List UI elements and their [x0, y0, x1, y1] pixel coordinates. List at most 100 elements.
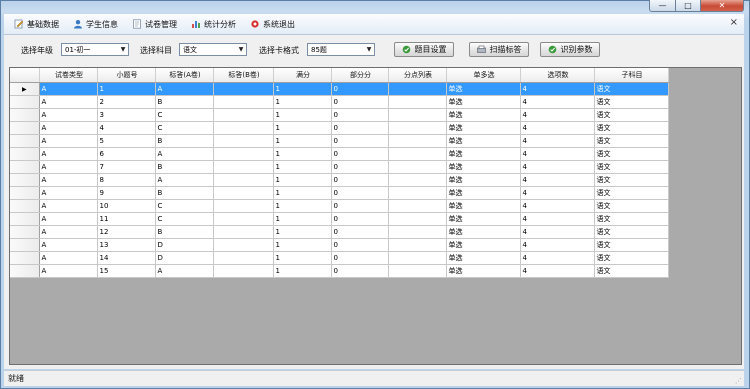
table-row[interactable]: A 12 B 1 0 单选 4 语文 — [10, 225, 669, 239]
table-row[interactable]: A 11 C 1 0 单选 4 语文 — [10, 212, 669, 226]
table-cell[interactable] — [388, 251, 447, 265]
chevron-down-icon[interactable]: ▼ — [236, 44, 246, 55]
table-cell[interactable] — [213, 251, 274, 265]
table-cell[interactable]: 10 — [97, 199, 156, 213]
table-cell[interactable]: 0 — [331, 225, 389, 239]
table-cell[interactable] — [213, 225, 274, 239]
table-cell[interactable]: 1 — [273, 173, 332, 187]
table-cell[interactable]: 13 — [97, 238, 156, 252]
table-cell[interactable]: 0 — [331, 173, 389, 187]
table-cell[interactable]: 单选 — [446, 264, 521, 278]
card-format-select[interactable]: 85题 ▼ — [307, 43, 375, 56]
table-cell[interactable]: B — [155, 186, 214, 200]
table-row[interactable]: A 3 C 1 0 单选 4 语文 — [10, 108, 669, 122]
table-cell[interactable]: B — [155, 134, 214, 148]
table-cell[interactable] — [213, 95, 274, 109]
table-cell[interactable]: 0 — [331, 212, 389, 226]
table-cell[interactable] — [388, 121, 447, 135]
table-cell[interactable]: 语文 — [594, 173, 669, 187]
table-cell[interactable]: 单选 — [446, 173, 521, 187]
table-cell[interactable] — [213, 173, 274, 187]
table-cell[interactable]: 1 — [273, 199, 332, 213]
table-cell[interactable]: B — [155, 160, 214, 174]
column-header[interactable]: 选项数 — [520, 68, 595, 83]
table-cell[interactable] — [388, 82, 447, 96]
table-cell[interactable]: 1 — [273, 108, 332, 122]
table-cell[interactable]: 1 — [273, 225, 332, 239]
row-header[interactable] — [10, 147, 40, 161]
table-cell[interactable]: 单选 — [446, 199, 521, 213]
table-cell[interactable]: 1 — [273, 160, 332, 174]
table-cell[interactable] — [213, 199, 274, 213]
table-cell[interactable]: 单选 — [446, 147, 521, 161]
table-cell[interactable]: 语文 — [594, 225, 669, 239]
table-cell[interactable] — [213, 82, 274, 96]
menu-item-statistics[interactable]: 统计分析 — [191, 16, 236, 32]
table-row[interactable]: A 2 B 1 0 单选 4 语文 — [10, 95, 669, 109]
table-cell[interactable]: 4 — [520, 186, 595, 200]
table-cell[interactable] — [388, 108, 447, 122]
menu-item-exam-management[interactable]: 试卷管理 — [132, 16, 177, 32]
table-row[interactable]: A 10 C 1 0 单选 4 语文 — [10, 199, 669, 213]
table-cell[interactable] — [388, 212, 447, 226]
table-cell[interactable] — [213, 121, 274, 135]
table-cell[interactable]: 语文 — [594, 108, 669, 122]
table-cell[interactable] — [388, 95, 447, 109]
table-row[interactable]: A 14 D 1 0 单选 4 语文 — [10, 251, 669, 265]
grade-select[interactable]: 01-初一 ▼ — [61, 43, 129, 56]
table-cell[interactable]: C — [155, 108, 214, 122]
table-cell[interactable] — [388, 186, 447, 200]
maximize-button[interactable]: □ — [676, 0, 701, 12]
table-cell[interactable]: 语文 — [594, 238, 669, 252]
table-cell[interactable] — [388, 134, 447, 148]
row-header[interactable] — [10, 251, 40, 265]
column-header[interactable]: 单多选 — [446, 68, 521, 83]
table-row[interactable]: A 9 B 1 0 单选 4 语文 — [10, 186, 669, 200]
table-cell[interactable]: 单选 — [446, 82, 521, 96]
table-cell[interactable]: 单选 — [446, 134, 521, 148]
table-row[interactable]: A 4 C 1 0 单选 4 语文 — [10, 121, 669, 135]
table-cell[interactable] — [213, 108, 274, 122]
table-cell[interactable]: 11 — [97, 212, 156, 226]
table-cell[interactable]: 7 — [97, 160, 156, 174]
table-cell[interactable]: 语文 — [594, 251, 669, 265]
table-cell[interactable] — [388, 147, 447, 161]
table-cell[interactable] — [388, 264, 447, 278]
table-cell[interactable]: 4 — [520, 134, 595, 148]
table-cell[interactable]: A — [39, 160, 98, 174]
row-header[interactable] — [10, 95, 40, 109]
table-cell[interactable] — [213, 264, 274, 278]
table-cell[interactable]: 4 — [97, 121, 156, 135]
table-cell[interactable]: 4 — [520, 160, 595, 174]
column-header[interactable]: 部分分 — [331, 68, 389, 83]
table-cell[interactable]: 0 — [331, 199, 389, 213]
table-cell[interactable]: 0 — [331, 251, 389, 265]
table-cell[interactable]: 4 — [520, 251, 595, 265]
question-settings-button[interactable]: 题目设置 — [394, 42, 454, 57]
table-cell[interactable]: A — [39, 264, 98, 278]
table-cell[interactable] — [213, 160, 274, 174]
table-cell[interactable]: A — [39, 95, 98, 109]
table-cell[interactable]: 4 — [520, 95, 595, 109]
table-cell[interactable]: 4 — [520, 147, 595, 161]
table-cell[interactable]: 0 — [331, 186, 389, 200]
table-cell[interactable]: 单选 — [446, 108, 521, 122]
table-cell[interactable]: A — [39, 147, 98, 161]
table-cell[interactable]: 0 — [331, 264, 389, 278]
table-cell[interactable]: A — [39, 199, 98, 213]
table-row[interactable]: A 13 D 1 0 单选 4 语文 — [10, 238, 669, 252]
row-header[interactable] — [10, 238, 40, 252]
resize-grip-icon[interactable]: ⋰ — [735, 377, 742, 385]
table-cell[interactable]: 语文 — [594, 147, 669, 161]
table-cell[interactable]: 单选 — [446, 160, 521, 174]
table-cell[interactable]: 单选 — [446, 121, 521, 135]
recognition-params-button[interactable]: 识别参数 — [540, 42, 600, 57]
table-cell[interactable]: 语文 — [594, 160, 669, 174]
table-cell[interactable]: 单选 — [446, 95, 521, 109]
table-cell[interactable]: 4 — [520, 212, 595, 226]
menu-item-student-info[interactable]: 学生信息 — [73, 16, 118, 32]
table-cell[interactable]: 1 — [273, 251, 332, 265]
table-cell[interactable]: 语文 — [594, 199, 669, 213]
table-cell[interactable]: 0 — [331, 238, 389, 252]
table-cell[interactable] — [213, 147, 274, 161]
